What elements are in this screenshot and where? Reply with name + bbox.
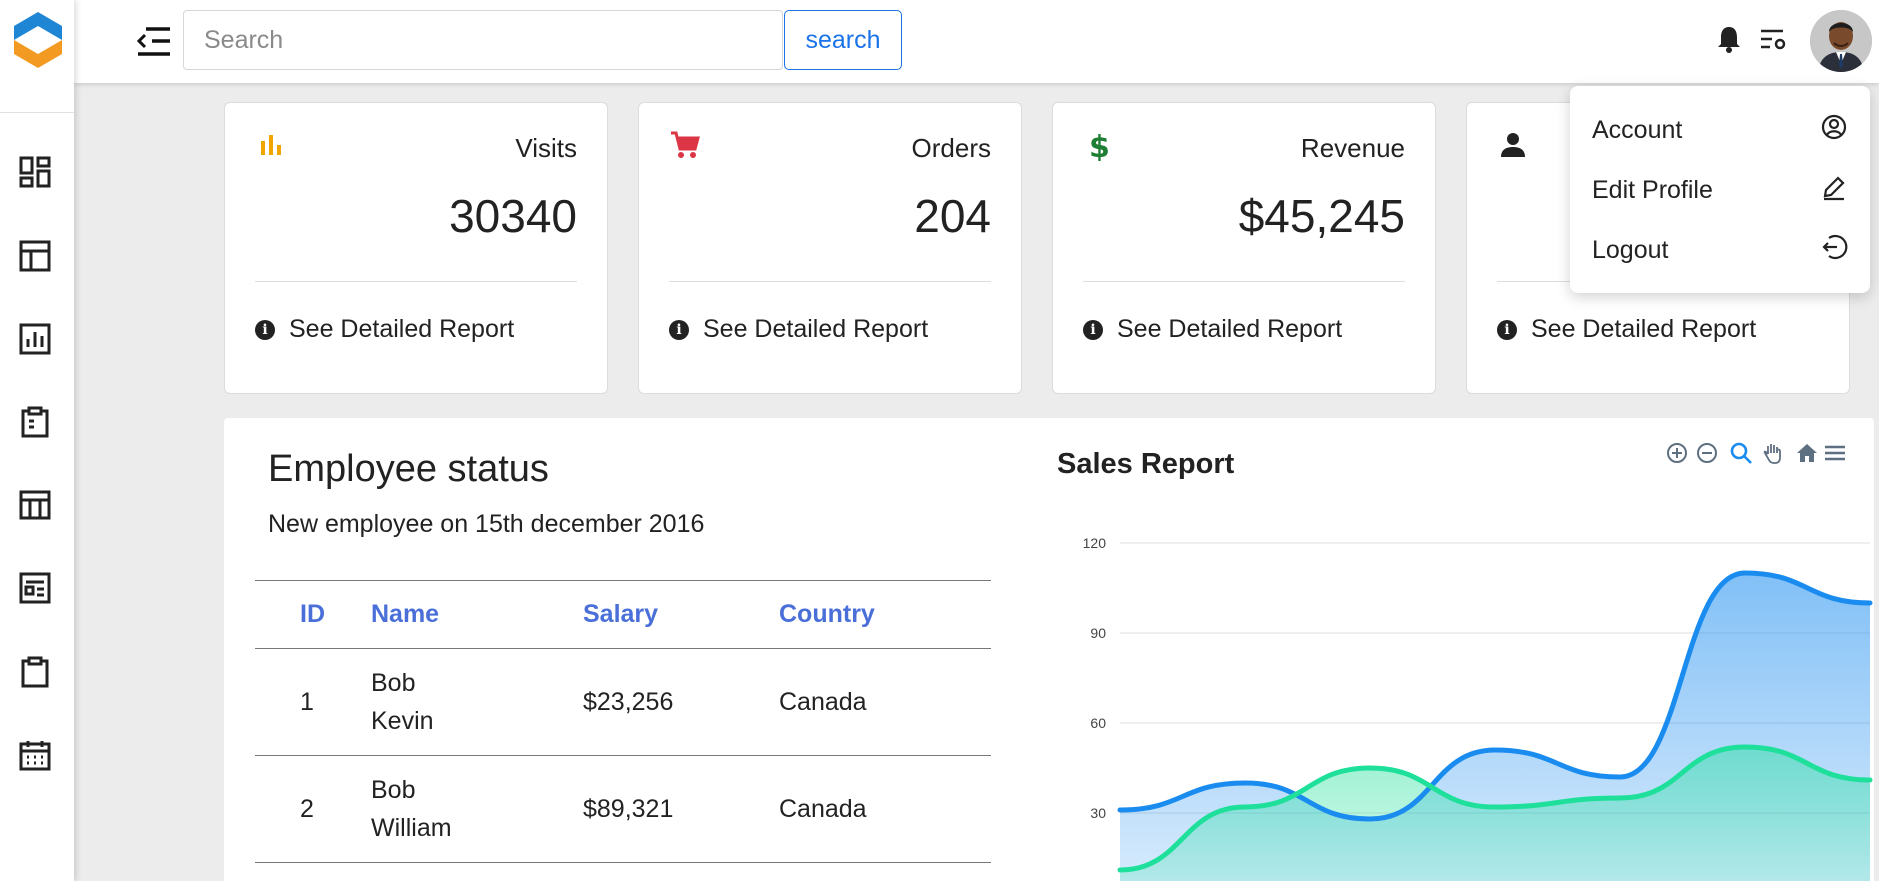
- search-input[interactable]: [183, 10, 783, 70]
- y-tick-label: 120: [1083, 535, 1107, 551]
- bell-icon[interactable]: [1712, 22, 1746, 56]
- table-icon[interactable]: [17, 487, 53, 523]
- y-tick-label: 30: [1090, 805, 1106, 821]
- svg-text:$: $: [1089, 130, 1110, 161]
- pan-hand-icon[interactable]: [1760, 440, 1786, 466]
- cell-country: Canada: [779, 755, 991, 863]
- detailed-report-link[interactable]: i See Detailed Report: [1497, 315, 1756, 344]
- last-name: William: [371, 814, 452, 842]
- clipboard-blank-icon[interactable]: [17, 654, 53, 690]
- info-icon: i: [255, 319, 275, 340]
- search-button[interactable]: search: [784, 10, 902, 70]
- sidebar: [0, 0, 74, 881]
- column-header[interactable]: Name: [371, 580, 583, 649]
- cell-country: Canada: [779, 648, 991, 756]
- menu-item-logout[interactable]: Logout: [1570, 225, 1870, 275]
- link-label: See Detailed Report: [703, 315, 929, 343]
- last-name: Kevin: [371, 707, 434, 735]
- chart-title: Sales Report: [1057, 448, 1235, 480]
- link-label: See Detailed Report: [289, 315, 515, 343]
- visits-card: Visits 30340 i See Detailed Report: [224, 102, 608, 394]
- card-label: Visits: [515, 133, 577, 163]
- person-icon: [1497, 129, 1529, 161]
- cell-id: 2: [255, 755, 371, 863]
- user-circle-icon: [1820, 113, 1848, 148]
- article-icon[interactable]: [17, 570, 53, 606]
- card-value: $45,245: [1238, 190, 1405, 242]
- home-reset-icon[interactable]: [1794, 440, 1820, 466]
- logout-icon: [1820, 233, 1848, 268]
- zoom-in-icon[interactable]: [1664, 440, 1690, 466]
- cell-salary: $23,256: [583, 648, 779, 756]
- orders-card: Orders 204 i See Detailed Report: [638, 102, 1022, 394]
- table-row[interactable]: 2 Bob William $89,321 Canada: [255, 755, 991, 863]
- y-tick-label: 90: [1090, 625, 1106, 641]
- divider: [1083, 281, 1405, 282]
- y-tick-label: 60: [1090, 715, 1106, 731]
- detailed-report-link[interactable]: i See Detailed Report: [1083, 315, 1342, 344]
- avatar[interactable]: [1810, 10, 1872, 72]
- dashboard-icon[interactable]: [17, 154, 53, 190]
- cell-name: Bob Kevin: [371, 648, 583, 756]
- table-row[interactable]: 1 Bob Kevin $23,256 Canada: [255, 648, 991, 756]
- bar-chart-icon: [255, 129, 287, 161]
- link-label: See Detailed Report: [1531, 315, 1757, 343]
- cell-name: Bob William: [371, 755, 583, 863]
- content-panel: Employee status New employee on 15th dec…: [224, 418, 1874, 881]
- dollar-icon: $: [1083, 129, 1115, 165]
- employee-table: ID Name Salary Country 1 Bob Kevin $23,25…: [255, 580, 991, 863]
- menu-item-label: Edit Profile: [1592, 175, 1713, 204]
- settings-list-icon[interactable]: [1756, 22, 1790, 56]
- logo[interactable]: [10, 10, 66, 74]
- menu-item-label: Logout: [1592, 235, 1669, 264]
- card-value: 30340: [449, 190, 577, 242]
- first-name: Bob: [371, 776, 416, 804]
- column-header[interactable]: Salary: [583, 580, 779, 649]
- cell-salary: $89,321: [583, 755, 779, 863]
- menu-item-label: Account: [1592, 115, 1683, 144]
- info-icon: i: [669, 319, 689, 340]
- detailed-report-link[interactable]: i See Detailed Report: [255, 315, 514, 344]
- cart-icon: [669, 129, 701, 161]
- detailed-report-link[interactable]: i See Detailed Report: [669, 315, 928, 344]
- first-name: Bob: [371, 669, 416, 697]
- card-label: Revenue: [1300, 133, 1405, 163]
- bar-chart-icon[interactable]: [17, 321, 53, 357]
- menu-collapse-icon[interactable]: [134, 24, 174, 60]
- card-label: Orders: [911, 133, 991, 163]
- table-header-row: ID Name Salary Country: [255, 580, 991, 649]
- divider: [255, 281, 577, 282]
- section-title: Employee status: [268, 448, 549, 490]
- profile-dropdown: Account Edit Profile Logout: [1570, 86, 1870, 293]
- revenue-card: $ Revenue $45,245 i See Detailed Report: [1052, 102, 1436, 394]
- pencil-icon: [1820, 173, 1848, 208]
- hamburger-menu-icon[interactable]: [1822, 440, 1848, 466]
- info-icon: i: [1497, 319, 1517, 340]
- cell-id: 1: [255, 648, 371, 756]
- top-header: search: [74, 0, 1879, 83]
- divider: [669, 281, 991, 282]
- card-value: 204: [914, 190, 991, 242]
- menu-item-account[interactable]: Account: [1570, 105, 1870, 155]
- info-icon: i: [1083, 319, 1103, 340]
- zoom-out-icon[interactable]: [1694, 440, 1720, 466]
- column-header[interactable]: ID: [255, 580, 371, 649]
- calendar-icon[interactable]: [17, 737, 53, 773]
- link-label: See Detailed Report: [1117, 315, 1343, 343]
- sales-area-chart: 1209060300: [1083, 535, 1873, 881]
- menu-item-edit-profile[interactable]: Edit Profile: [1570, 165, 1870, 215]
- section-subtitle: New employee on 15th december 2016: [268, 510, 705, 538]
- clipboard-icon[interactable]: [17, 404, 53, 440]
- divider: [0, 112, 74, 113]
- selection-zoom-icon[interactable]: [1728, 440, 1754, 466]
- column-header[interactable]: Country: [779, 580, 991, 649]
- layout-icon[interactable]: [17, 238, 53, 274]
